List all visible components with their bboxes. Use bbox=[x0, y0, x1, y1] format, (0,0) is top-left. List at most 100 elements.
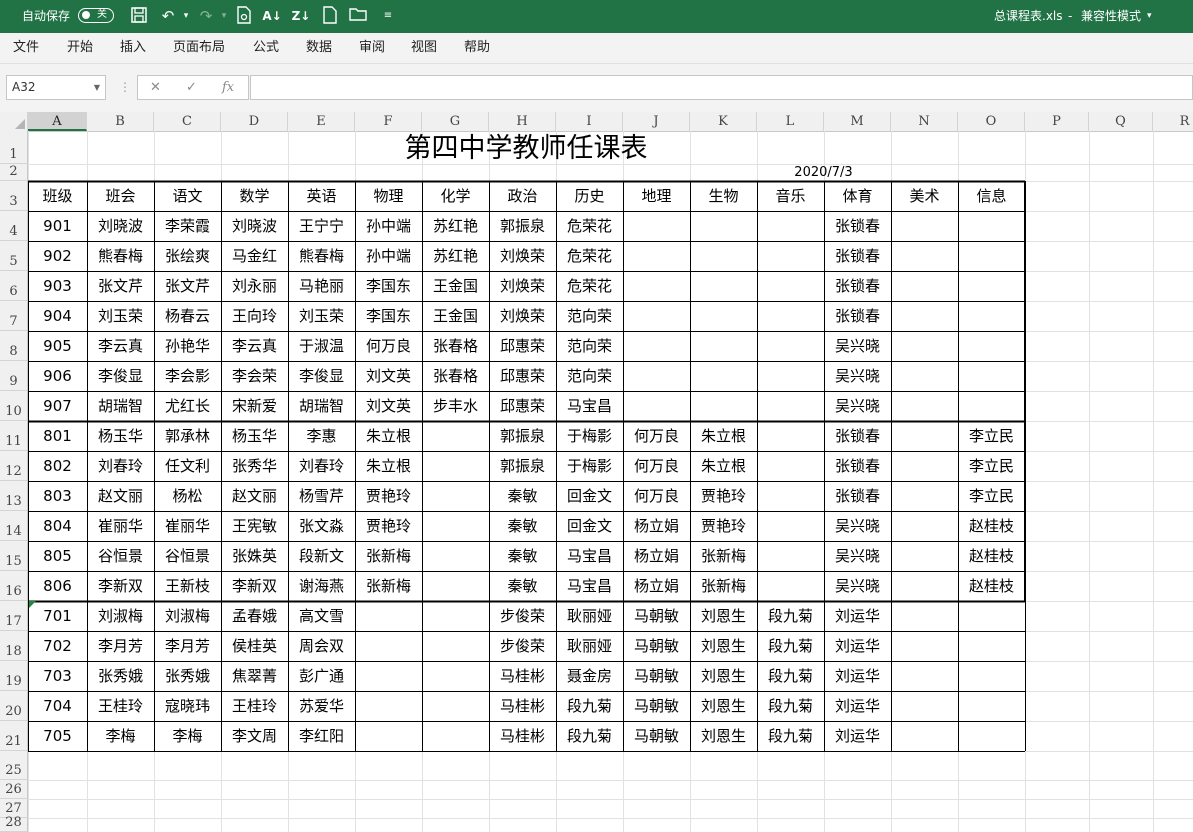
class-cell[interactable]: 907 bbox=[28, 391, 87, 421]
teacher-cell[interactable]: 李立民 bbox=[958, 481, 1025, 511]
teacher-cell[interactable]: 谢海燕 bbox=[288, 571, 355, 601]
teacher-cell[interactable]: 刘永丽 bbox=[221, 271, 288, 301]
teacher-cell[interactable]: 秦敏 bbox=[489, 511, 556, 541]
teacher-cell[interactable]: 杨立娟 bbox=[623, 511, 690, 541]
teacher-cell[interactable]: 段九菊 bbox=[757, 691, 824, 721]
redo-dropdown-icon[interactable]: ▾ bbox=[214, 6, 234, 26]
teacher-cell[interactable] bbox=[422, 451, 489, 481]
teacher-cell[interactable]: 回金文 bbox=[556, 481, 623, 511]
column-title-cell[interactable]: 班会 bbox=[87, 181, 154, 211]
teacher-cell[interactable] bbox=[891, 271, 958, 301]
teacher-cell[interactable] bbox=[690, 241, 757, 271]
row-header[interactable]: 7 bbox=[0, 301, 28, 331]
teacher-cell[interactable] bbox=[757, 481, 824, 511]
teacher-cell[interactable]: 崔丽华 bbox=[87, 511, 154, 541]
teacher-cell[interactable]: 杨雪芹 bbox=[288, 481, 355, 511]
teacher-cell[interactable]: 回金文 bbox=[556, 511, 623, 541]
teacher-cell[interactable]: 李云真 bbox=[87, 331, 154, 361]
teacher-cell[interactable]: 张锁春 bbox=[824, 271, 891, 301]
tab-data[interactable]: 数据 bbox=[306, 33, 332, 63]
column-title-cell[interactable]: 信息 bbox=[958, 181, 1025, 211]
teacher-cell[interactable]: 马桂彬 bbox=[489, 661, 556, 691]
teacher-cell[interactable]: 郭振泉 bbox=[489, 421, 556, 451]
class-cell[interactable]: 905 bbox=[28, 331, 87, 361]
teacher-cell[interactable]: 吴兴晓 bbox=[824, 511, 891, 541]
column-header[interactable]: E bbox=[288, 112, 355, 131]
teacher-cell[interactable]: 段九菊 bbox=[757, 601, 824, 631]
teacher-cell[interactable] bbox=[690, 361, 757, 391]
teacher-cell[interactable] bbox=[958, 331, 1025, 361]
teacher-cell[interactable]: 刘焕荣 bbox=[489, 271, 556, 301]
teacher-cell[interactable] bbox=[958, 601, 1025, 631]
teacher-cell[interactable]: 耿丽娅 bbox=[556, 631, 623, 661]
teacher-cell[interactable]: 秦敏 bbox=[489, 481, 556, 511]
teacher-cell[interactable]: 张锁春 bbox=[824, 451, 891, 481]
row-header[interactable]: 28 bbox=[0, 815, 28, 832]
sheet-title[interactable]: 第四中学教师任课表 bbox=[28, 131, 1024, 164]
teacher-cell[interactable]: 秦敏 bbox=[489, 541, 556, 571]
teacher-cell[interactable]: 马宝昌 bbox=[556, 571, 623, 601]
customize-toolbar-icon[interactable]: ≡ bbox=[378, 6, 398, 26]
teacher-cell[interactable] bbox=[355, 661, 422, 691]
row-header[interactable]: 18 bbox=[0, 631, 28, 661]
column-header[interactable]: B bbox=[87, 112, 154, 131]
teacher-cell[interactable]: 李梅 bbox=[87, 721, 154, 751]
teacher-cell[interactable]: 危荣花 bbox=[556, 241, 623, 271]
teacher-cell[interactable] bbox=[891, 601, 958, 631]
teacher-cell[interactable] bbox=[891, 421, 958, 451]
insert-function-icon[interactable]: fx bbox=[222, 76, 234, 99]
teacher-cell[interactable]: 宋新爱 bbox=[221, 391, 288, 421]
teacher-cell[interactable] bbox=[690, 391, 757, 421]
teacher-cell[interactable]: 谷恒景 bbox=[154, 541, 221, 571]
teacher-cell[interactable]: 苏红艳 bbox=[422, 211, 489, 241]
teacher-cell[interactable]: 刘玉荣 bbox=[87, 301, 154, 331]
teacher-cell[interactable]: 张新梅 bbox=[690, 541, 757, 571]
undo-icon[interactable]: ↶ bbox=[158, 6, 178, 26]
teacher-cell[interactable] bbox=[690, 271, 757, 301]
column-header[interactable]: G bbox=[422, 112, 489, 131]
teacher-cell[interactable] bbox=[757, 211, 824, 241]
teacher-cell[interactable]: 任文利 bbox=[154, 451, 221, 481]
class-cell[interactable]: 805 bbox=[28, 541, 87, 571]
column-title-cell[interactable]: 音乐 bbox=[757, 181, 824, 211]
teacher-cell[interactable] bbox=[891, 661, 958, 691]
column-header[interactable]: F bbox=[355, 112, 422, 131]
teacher-cell[interactable]: 何万良 bbox=[623, 451, 690, 481]
teacher-cell[interactable]: 刘运华 bbox=[824, 691, 891, 721]
row-header[interactable]: 17 bbox=[0, 601, 28, 631]
sort-ascending-icon[interactable]: A↓ bbox=[262, 6, 282, 26]
teacher-cell[interactable]: 寇晓玮 bbox=[154, 691, 221, 721]
teacher-cell[interactable]: 焦翠菁 bbox=[221, 661, 288, 691]
teacher-cell[interactable]: 王向玲 bbox=[221, 301, 288, 331]
teacher-cell[interactable]: 步丰水 bbox=[422, 391, 489, 421]
sheet-date[interactable]: 2020/7/3 bbox=[757, 164, 890, 181]
teacher-cell[interactable]: 于梅影 bbox=[556, 451, 623, 481]
teacher-cell[interactable]: 张文芹 bbox=[154, 271, 221, 301]
teacher-cell[interactable]: 杨松 bbox=[154, 481, 221, 511]
class-cell[interactable]: 901 bbox=[28, 211, 87, 241]
teacher-cell[interactable]: 马朝敏 bbox=[623, 691, 690, 721]
teacher-cell[interactable]: 贾艳玲 bbox=[690, 481, 757, 511]
teacher-cell[interactable] bbox=[958, 211, 1025, 241]
teacher-cell[interactable]: 张绘爽 bbox=[154, 241, 221, 271]
teacher-cell[interactable]: 刘淑梅 bbox=[154, 601, 221, 631]
teacher-cell[interactable]: 张文芹 bbox=[87, 271, 154, 301]
column-title-cell[interactable]: 化学 bbox=[422, 181, 489, 211]
teacher-cell[interactable] bbox=[422, 541, 489, 571]
teacher-cell[interactable]: 刘晓波 bbox=[87, 211, 154, 241]
teacher-cell[interactable]: 谷恒景 bbox=[87, 541, 154, 571]
teacher-cell[interactable]: 李新双 bbox=[221, 571, 288, 601]
teacher-cell[interactable] bbox=[891, 481, 958, 511]
teacher-cell[interactable]: 王桂玲 bbox=[87, 691, 154, 721]
teacher-cell[interactable]: 张新梅 bbox=[355, 571, 422, 601]
teacher-cell[interactable]: 李月芳 bbox=[87, 631, 154, 661]
teacher-cell[interactable] bbox=[891, 331, 958, 361]
teacher-cell[interactable] bbox=[422, 511, 489, 541]
teacher-cell[interactable]: 吴兴晓 bbox=[824, 541, 891, 571]
teacher-cell[interactable] bbox=[958, 271, 1025, 301]
teacher-cell[interactable] bbox=[422, 691, 489, 721]
teacher-cell[interactable]: 胡瑞智 bbox=[288, 391, 355, 421]
teacher-cell[interactable] bbox=[891, 691, 958, 721]
teacher-cell[interactable]: 马桂彬 bbox=[489, 721, 556, 751]
teacher-cell[interactable]: 步俊荣 bbox=[489, 631, 556, 661]
